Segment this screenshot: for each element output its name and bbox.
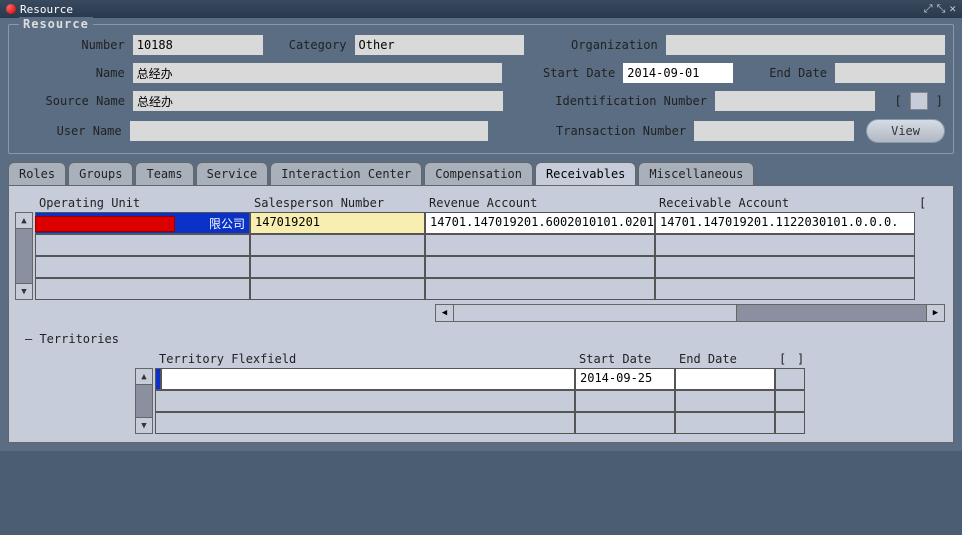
scroll-up-icon[interactable]: ▲ bbox=[136, 369, 152, 385]
scroll-down-icon[interactable]: ▼ bbox=[136, 417, 152, 433]
tab-interaction-center[interactable]: Interaction Center bbox=[270, 162, 422, 185]
table-row[interactable] bbox=[35, 234, 947, 256]
ident-number-input[interactable] bbox=[715, 91, 875, 111]
window-titlebar: Resource ⤢ ⤡ ✕ bbox=[0, 0, 962, 18]
tab-roles[interactable]: Roles bbox=[8, 162, 66, 185]
trans-number-input[interactable] bbox=[694, 121, 854, 141]
resource-legend: Resource bbox=[19, 17, 93, 31]
territories-vscroll[interactable]: ▲ ▼ bbox=[135, 368, 153, 434]
col-salesperson-number: Salesperson Number bbox=[250, 194, 425, 212]
receivables-panel: Operating Unit Salesperson Number Revenu… bbox=[8, 185, 954, 443]
table-row[interactable] bbox=[155, 412, 805, 434]
trans-number-label: Transaction Number bbox=[494, 124, 688, 138]
col-revenue-account: Revenue Account bbox=[425, 194, 655, 212]
col-receivable-account: Receivable Account bbox=[655, 194, 915, 212]
user-name-label: User Name bbox=[17, 124, 124, 138]
window-resize-icon[interactable]: ⤢ bbox=[924, 2, 933, 16]
start-date-label: Start Date bbox=[508, 66, 618, 80]
col-terr-end-date: End Date bbox=[675, 350, 775, 368]
scroll-left-icon[interactable]: ◀ bbox=[436, 305, 454, 321]
user-name-input[interactable] bbox=[130, 121, 489, 141]
start-date-input[interactable] bbox=[623, 63, 733, 83]
source-name-input[interactable] bbox=[133, 91, 503, 111]
view-button[interactable]: View bbox=[866, 119, 945, 143]
scroll-right-icon[interactable]: ▶ bbox=[926, 305, 944, 321]
table-row[interactable] bbox=[35, 256, 947, 278]
col-terr-bracket-open: [ bbox=[775, 350, 793, 368]
tab-groups[interactable]: Groups bbox=[68, 162, 133, 185]
oracle-icon bbox=[6, 4, 16, 14]
tab-service[interactable]: Service bbox=[196, 162, 269, 185]
col-bracket: [ bbox=[915, 194, 935, 212]
cell-terr-start-date[interactable]: 2014-09-25 bbox=[575, 368, 675, 390]
tab-teams[interactable]: Teams bbox=[135, 162, 193, 185]
source-name-label: Source Name bbox=[17, 94, 127, 108]
tabs: Roles Groups Teams Service Interaction C… bbox=[8, 162, 954, 185]
tab-compensation[interactable]: Compensation bbox=[424, 162, 533, 185]
number-input[interactable] bbox=[133, 35, 263, 55]
receivables-vscroll[interactable]: ▲ ▼ bbox=[15, 212, 33, 300]
table-row[interactable] bbox=[155, 390, 805, 412]
organization-label: Organization bbox=[530, 38, 660, 52]
table-row[interactable]: 2014-09-25 bbox=[155, 368, 805, 390]
cell-revenue-account[interactable]: 14701.147019201.6002010101.02010 bbox=[425, 212, 655, 234]
scroll-down-icon[interactable]: ▼ bbox=[16, 283, 32, 299]
ident-number-label: Identification Number bbox=[509, 94, 709, 108]
col-terr-bracket-close: ] bbox=[793, 350, 811, 368]
number-label: Number bbox=[17, 38, 127, 52]
cell-receivable-account[interactable]: 14701.147019201.1122030101.0.0.0. bbox=[655, 212, 915, 234]
window-minimize-icon[interactable]: ⤡ bbox=[937, 2, 946, 16]
receivables-hscroll[interactable]: ◀ ▶ bbox=[435, 304, 945, 322]
cell-territory-flexfield[interactable] bbox=[161, 368, 575, 390]
table-row[interactable] bbox=[35, 278, 947, 300]
cell-terr-end-date[interactable] bbox=[675, 368, 775, 390]
col-operating-unit: Operating Unit bbox=[35, 194, 250, 212]
category-label: Category bbox=[269, 38, 349, 52]
organization-input[interactable] bbox=[666, 35, 945, 55]
bracket-close: ] bbox=[934, 94, 945, 108]
scroll-up-icon[interactable]: ▲ bbox=[16, 213, 32, 229]
window-close-icon[interactable]: ✕ bbox=[949, 2, 956, 16]
redacted-overlay bbox=[35, 216, 175, 232]
end-date-input[interactable] bbox=[835, 63, 945, 83]
col-terr-start-date: Start Date bbox=[575, 350, 675, 368]
category-input[interactable] bbox=[355, 35, 525, 55]
end-date-label: End Date bbox=[739, 66, 829, 80]
col-territory-flexfield: Territory Flexfield bbox=[155, 350, 575, 368]
cell-salesperson-number[interactable]: 147019201 bbox=[250, 212, 425, 234]
territories-legend: — Territories bbox=[15, 332, 947, 346]
window-title: Resource bbox=[20, 3, 924, 16]
tab-miscellaneous[interactable]: Miscellaneous bbox=[638, 162, 754, 185]
name-label: Name bbox=[17, 66, 127, 80]
name-input[interactable] bbox=[133, 63, 502, 83]
flex-button[interactable] bbox=[910, 92, 928, 110]
resource-panel: Resource Number Category Organization Na… bbox=[8, 24, 954, 154]
bracket-open: [ bbox=[893, 94, 904, 108]
tab-receivables[interactable]: Receivables bbox=[535, 162, 636, 185]
